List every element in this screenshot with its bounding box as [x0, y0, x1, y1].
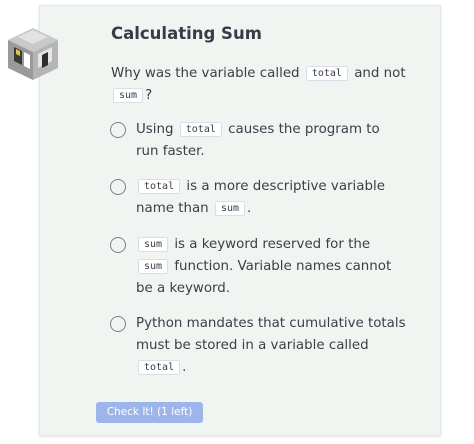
radio-icon[interactable] [110, 122, 126, 138]
question-text: Why was the variable called total and no… [111, 63, 411, 107]
code-sum: sum [214, 201, 245, 216]
radio-icon[interactable] [110, 179, 126, 195]
question-suffix: ? [145, 88, 153, 103]
option-label: sum is a keyword reserved for the sum fu… [136, 234, 406, 300]
code-total: total [138, 179, 181, 194]
cube-logo-icon [8, 28, 58, 80]
option-text: is a keyword reserved for the [174, 237, 371, 252]
code-total: total [305, 66, 348, 81]
option-text: function. Variable names cannot be a key… [136, 259, 392, 296]
option-label: total is a more descriptive variable nam… [136, 176, 406, 220]
option-label: Python mandates that cumulative totals m… [136, 313, 406, 379]
radio-icon[interactable] [110, 237, 126, 253]
option-text: Python mandates that cumulative totals m… [136, 316, 406, 353]
code-total: total [179, 122, 222, 137]
code-sum: sum [113, 88, 144, 103]
radio-icon[interactable] [110, 316, 126, 332]
option-text: . [182, 360, 187, 375]
page-title: Calculating Sum [111, 24, 262, 43]
check-it-button[interactable]: Check It! (1 left) [96, 402, 203, 423]
option-text: . [247, 201, 252, 216]
code-sum: sum [138, 237, 169, 252]
option-label: Using total causes the program to run fa… [136, 119, 406, 163]
option-text: Using [136, 122, 174, 137]
code-total: total [138, 360, 181, 375]
code-sum: sum [138, 259, 169, 274]
question-mid: and not [354, 66, 406, 81]
question-prefix: Why was the variable called [111, 66, 300, 81]
